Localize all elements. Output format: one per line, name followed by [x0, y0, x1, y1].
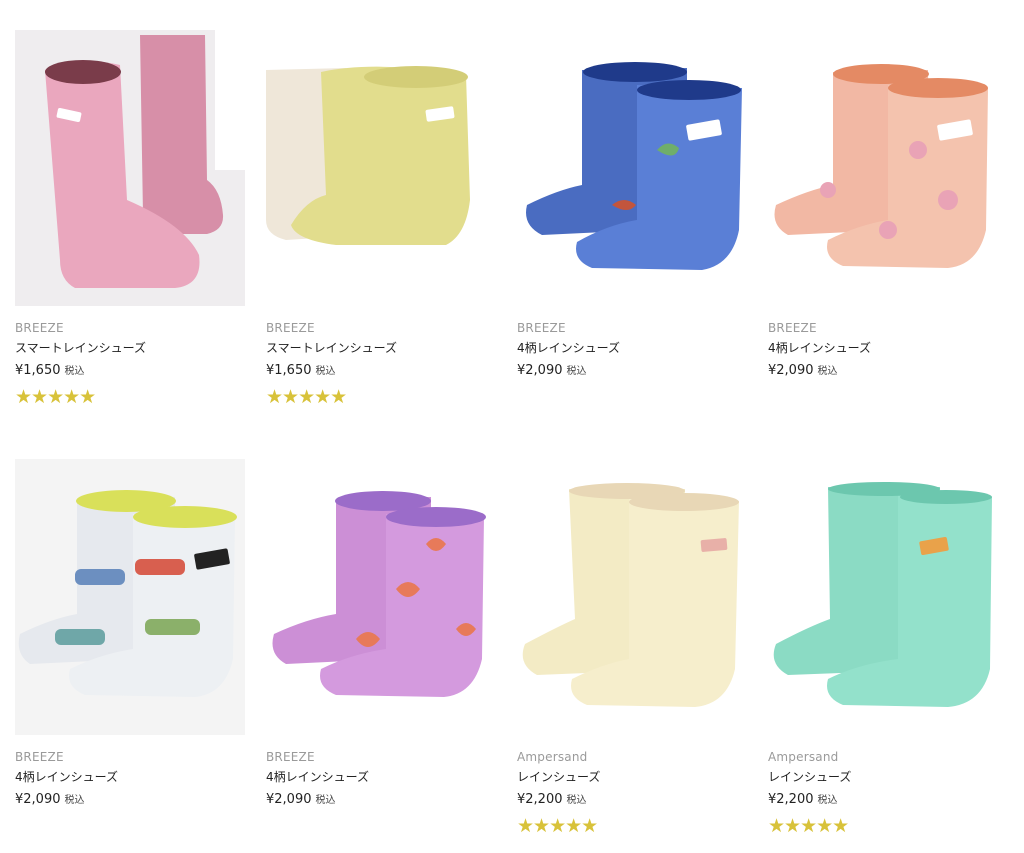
tax-label: 税込 — [566, 795, 587, 806]
car-print-boots-illustration — [15, 459, 245, 735]
rating-stars — [15, 816, 245, 836]
product-price-row: ¥2,090 税込 — [768, 362, 998, 379]
product-card[interactable]: BREEZE スマートレインシューズ ¥1,650 税込 ★★★★★ — [15, 30, 245, 407]
tax-label: 税込 — [64, 366, 85, 377]
product-brand: Ampersand — [517, 750, 588, 764]
product-brand: BREEZE — [517, 321, 566, 335]
product-name[interactable]: 4柄レインシューズ — [768, 340, 998, 356]
product-card[interactable]: Ampersand レインシューズ ¥2,200 税込 ★★★★★ — [768, 459, 998, 836]
rating-stars — [266, 816, 496, 836]
product-card[interactable]: BREEZE 4柄レインシューズ ¥2,090 税込 — [768, 30, 998, 407]
product-name[interactable]: スマートレインシューズ — [15, 340, 245, 356]
product-card[interactable]: BREEZE 4柄レインシューズ ¥2,090 税込 — [15, 459, 245, 836]
product-image-car-print-rain-boots[interactable] — [15, 459, 245, 735]
pink-boots-illustration — [15, 30, 245, 306]
mint-boots-illustration — [768, 459, 998, 735]
product-brand: BREEZE — [266, 321, 315, 335]
tax-label: 税込 — [315, 795, 336, 806]
product-price-row: ¥1,650 税込 — [266, 362, 496, 379]
product-price-row: ¥2,090 税込 — [15, 791, 245, 808]
rating-stars — [517, 387, 747, 407]
product-price: ¥2,090 — [15, 792, 61, 807]
product-image-blue-dinosaur-rain-boots[interactable] — [517, 30, 747, 306]
product-price-row: ¥2,200 税込 — [517, 791, 747, 808]
product-grid: BREEZE スマートレインシューズ ¥1,650 税込 ★★★★★ BREEZE… — [0, 0, 1024, 853]
product-image-pink-rain-boots[interactable] — [15, 30, 245, 306]
rating-stars: ★★★★★ — [15, 386, 96, 408]
product-name[interactable]: 4柄レインシューズ — [517, 340, 747, 356]
product-name[interactable]: スマートレインシューズ — [266, 340, 496, 356]
product-card[interactable]: BREEZE スマートレインシューズ ¥1,650 税込 ★★★★★ — [266, 30, 496, 407]
product-brand: Ampersand — [768, 750, 839, 764]
tax-label: 税込 — [817, 795, 838, 806]
product-price: ¥1,650 — [266, 363, 312, 378]
product-price: ¥2,090 — [266, 792, 312, 807]
product-price: ¥2,200 — [517, 792, 563, 807]
product-card[interactable]: Ampersand レインシューズ ¥2,200 税込 ★★★★★ — [517, 459, 747, 836]
rating-stars: ★★★★★ — [517, 815, 598, 837]
product-price: ¥1,650 — [15, 363, 61, 378]
tax-label: 税込 — [64, 795, 85, 806]
rating-stars: ★★★★★ — [266, 386, 347, 408]
product-price-row: ¥2,200 税込 — [768, 791, 998, 808]
product-brand: BREEZE — [266, 750, 315, 764]
product-image-cream-rain-boots[interactable] — [517, 459, 747, 735]
product-price: ¥2,090 — [517, 363, 563, 378]
product-price-row: ¥1,650 税込 — [15, 362, 245, 379]
blue-dinosaur-boots-illustration — [517, 30, 747, 306]
peach-dot-boots-illustration — [768, 30, 998, 306]
product-name[interactable]: レインシューズ — [517, 769, 747, 785]
product-card[interactable]: BREEZE 4柄レインシューズ ¥2,090 税込 — [266, 459, 496, 836]
product-price-row: ¥2,090 税込 — [517, 362, 747, 379]
product-price: ¥2,200 — [768, 792, 814, 807]
product-brand: BREEZE — [15, 750, 64, 764]
tax-label: 税込 — [315, 366, 336, 377]
product-card[interactable]: BREEZE 4柄レインシューズ ¥2,090 税込 — [517, 30, 747, 407]
rating-stars: ★★★★★ — [768, 815, 849, 837]
product-name[interactable]: レインシューズ — [768, 769, 998, 785]
tax-label: 税込 — [566, 366, 587, 377]
product-price-row: ¥2,090 税込 — [266, 791, 496, 808]
product-price: ¥2,090 — [768, 363, 814, 378]
purple-heart-boots-illustration — [266, 459, 496, 735]
product-brand: BREEZE — [768, 321, 817, 335]
product-name[interactable]: 4柄レインシューズ — [15, 769, 245, 785]
product-brand: BREEZE — [15, 321, 64, 335]
product-image-mint-rain-boots[interactable] — [768, 459, 998, 735]
product-name[interactable]: 4柄レインシューズ — [266, 769, 496, 785]
product-image-peach-dot-rain-boots[interactable] — [768, 30, 998, 306]
product-image-yellow-rain-boots[interactable] — [266, 30, 496, 306]
tax-label: 税込 — [817, 366, 838, 377]
product-image-purple-heart-rain-boots[interactable] — [266, 459, 496, 735]
rating-stars — [768, 387, 998, 407]
yellow-boots-illustration — [266, 30, 496, 306]
cream-boots-illustration — [517, 459, 747, 735]
